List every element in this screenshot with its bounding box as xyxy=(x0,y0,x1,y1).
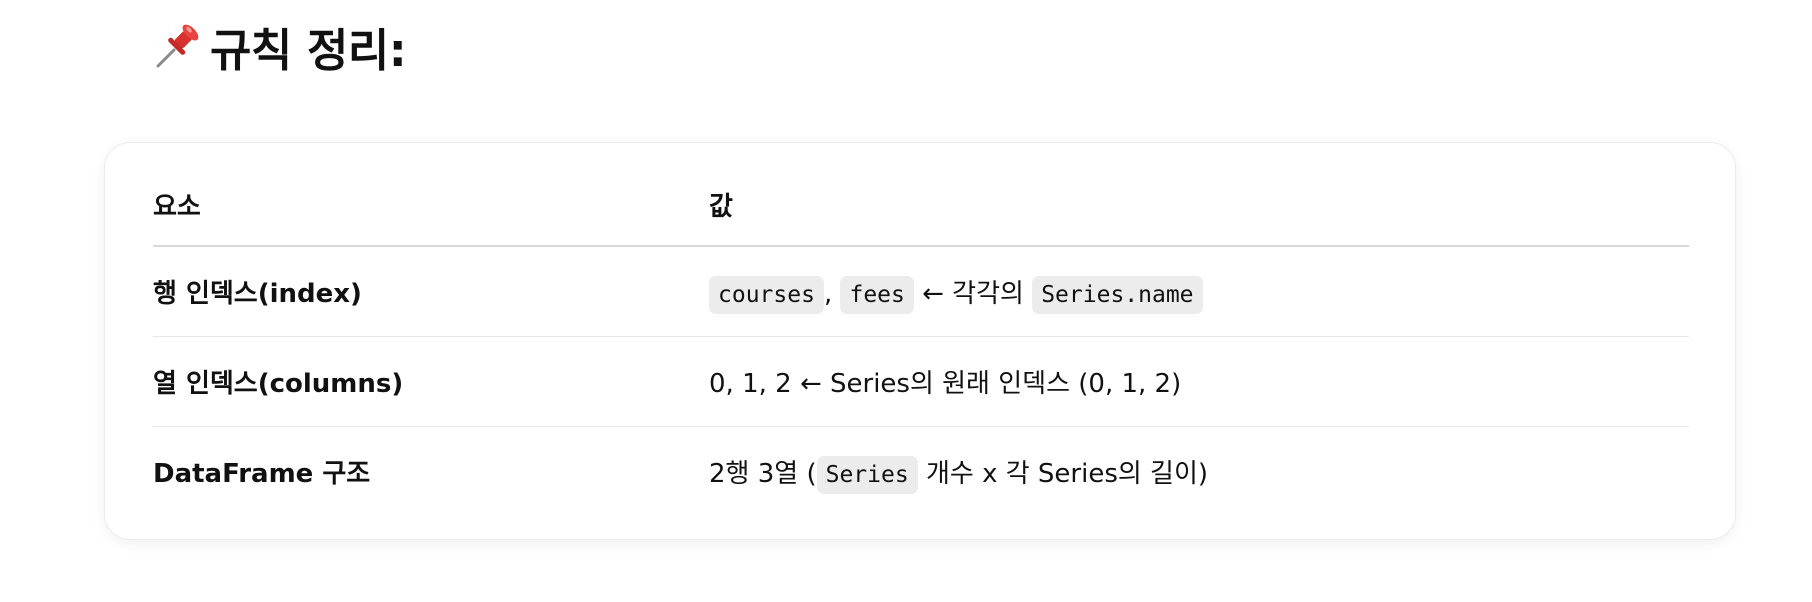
section-heading: 규칙 정리: xyxy=(152,14,407,78)
rules-table: 요소 값 행 인덱스(index) courses, fees ← 각각의 Se… xyxy=(153,163,1689,516)
row-key: DataFrame 구조 xyxy=(153,459,371,489)
row-key: 열 인덱스(columns) xyxy=(153,336,709,427)
table-header-row: 요소 값 xyxy=(153,163,1689,247)
inline-code: Series.name xyxy=(1032,276,1203,314)
column-header-element: 요소 xyxy=(153,163,709,247)
table-row: 열 인덱스(columns) 0, 1, 2 ← Series의 원래 인덱스 … xyxy=(153,336,1689,427)
inline-code: Series xyxy=(816,456,918,494)
value-text: ← 각각의 xyxy=(922,279,1024,309)
column-header-value: 값 xyxy=(709,163,1689,247)
row-value: 2행 3열 (Series 개수 x 각 Series의 길이) xyxy=(709,427,1689,517)
pushpin-icon xyxy=(152,21,202,71)
row-value: courses, fees ← 각각의 Series.name xyxy=(709,246,1689,337)
heading-title: 규칙 정리: xyxy=(210,23,407,77)
table-row: 행 인덱스(index) courses, fees ← 각각의 Series.… xyxy=(153,246,1689,337)
rules-table-card: 요소 값 행 인덱스(index) courses, fees ← 각각의 Se… xyxy=(104,142,1736,540)
row-key: 행 인덱스(index) xyxy=(153,246,709,337)
inline-code: fees xyxy=(840,276,914,314)
inline-code: courses xyxy=(709,276,824,314)
value-text: 0, 1, 2 ← Series의 원래 인덱스 (0, 1, 2) xyxy=(709,369,1182,399)
value-text: , xyxy=(823,279,833,309)
value-text: 2행 3열 ( xyxy=(709,459,817,489)
table-row: DataFrame 구조 2행 3열 (Series 개수 x 각 Series… xyxy=(153,427,1689,517)
value-text: 개수 x 각 Series의 길이) xyxy=(925,459,1209,489)
row-value: 0, 1, 2 ← Series의 원래 인덱스 (0, 1, 2) xyxy=(709,336,1689,427)
